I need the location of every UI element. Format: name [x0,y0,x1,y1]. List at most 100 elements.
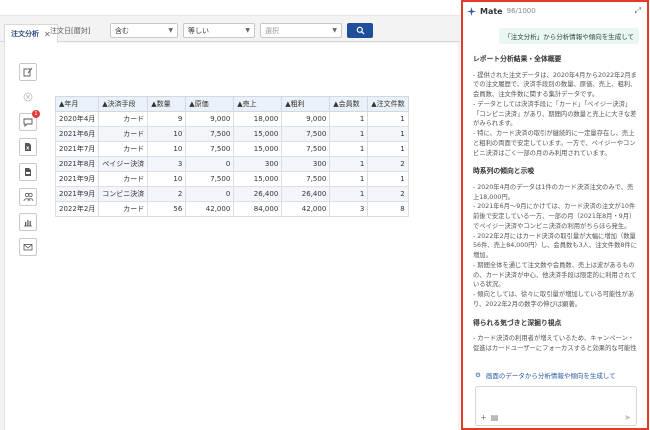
column-header[interactable]: ▲会員数 [329,96,369,112]
table-cell: 7,500 [185,126,235,142]
excel-icon[interactable] [19,138,37,156]
attachment-icon[interactable]: ▤ [491,413,499,422]
chevron-down-icon: ▼ [168,27,173,34]
mate-title: Mate [480,6,503,16]
table-cell: 3 [329,201,369,217]
table-cell: 1 [329,156,369,172]
response-paragraph: - カード決済の利用者が増えているため、キャンペーン・促進はカードユーザーにフォ… [473,335,637,352]
table-row[interactable]: 2021年7月 カード 10 7,500 15,000 7,500 1 1 [54,141,409,157]
table-cell: 1 [367,111,409,127]
send-icon[interactable]: ➤ [624,413,631,422]
comment-icon[interactable]: 1 [19,110,40,131]
table-cell: 42,000 [281,201,331,217]
column-header[interactable]: ▲売上 [233,96,283,112]
filter-field-label: 注文日[暦対] [50,26,91,35]
response-paragraph: - 2021年6月〜9月にかけては、カード決済の注文が10件前後で安定している一… [473,203,636,230]
pdf-icon[interactable] [19,163,37,181]
operator-select-value: 等しい [188,26,209,35]
response-section-title: 得られる気づきと深掘り視点 [473,318,562,327]
table-row[interactable]: 2021年6月 カード 10 7,500 15,000 7,500 1 1 [54,126,409,142]
chat-input[interactable]: + ▤ ➤ [475,386,637,426]
table-cell: 1 [329,171,369,187]
table-cell: 9,000 [185,111,235,127]
search-button[interactable] [347,23,373,38]
operator-select[interactable]: 等しい ▼ [183,23,255,38]
top-bar [0,0,460,16]
table-cell: 1 [329,111,369,127]
column-header[interactable]: ▲年月 [54,96,100,112]
table-cell: 26,400 [281,186,331,202]
table-cell: 2 [367,186,409,202]
mate-counter: 96/1000 [506,7,536,15]
response-paragraph: - 提供された注文データは、2020年4月から2022年2月までの注文履歴で、決… [473,71,637,99]
chevron-down-icon: ▼ [245,27,250,34]
mail-icon[interactable] [19,238,37,256]
users-icon[interactable] [19,188,37,206]
table-cell: 2 [147,186,187,202]
response-paragraph: - 2020年4月のデータは1件のカード決済注文のみで、売上18,000円。 [473,183,634,201]
table-row[interactable]: 2021年8月 ペイジー決済 3 0 300 300 1 2 [54,156,409,172]
table-header-row: ▲年月 ▲決済手段 ▲数量 ▲原価 ▲売上 ▲粗利 ▲会員数 ▲注文件数 [54,96,409,112]
response-paragraph: - 傾向としては、徐々に取引量が増加している可能性があり、2022年2月の数字の… [473,291,635,308]
expand-icon[interactable]: ⤢ [635,6,641,16]
table-cell: 1 [329,141,369,157]
column-header[interactable]: ▲原価 [185,96,235,112]
table-cell: 1 [329,186,369,202]
table-cell: ペイジー決済 [98,156,149,172]
table-cell: 1 [329,126,369,142]
clear-icon[interactable] [19,88,37,106]
suggestion-link[interactable]: ⚙ 画面のデータから分析情報や傾向を生成して [475,370,616,380]
chart-icon[interactable] [19,213,37,231]
edit-icon[interactable] [19,63,37,81]
chevron-down-icon: ▼ [332,27,337,34]
table-cell: 10 [147,171,187,187]
table-cell: 7,500 [185,171,235,187]
table-cell: 300 [233,156,283,172]
match-select-value: 含む [115,26,129,35]
column-header[interactable]: ▲粗利 [281,96,331,112]
match-select[interactable]: 含む ▼ [110,23,178,38]
table-cell: 1 [367,126,409,142]
table-row[interactable]: 2020年4月 カード 9 9,000 18,000 9,000 1 1 [54,111,409,127]
response-paragraph: - 期間全体を通じて注文数や会員数、売上は波があるものの、カード決済が中心、他決… [473,261,637,289]
notification-badge: 1 [32,110,40,118]
table-cell: コンビニ決済 [98,186,149,202]
value-select[interactable]: 選択 ▼ [260,23,342,38]
table-cell: 10 [147,141,187,157]
table-cell: 7,500 [281,126,331,142]
table-cell: 84,000 [233,201,283,217]
table-cell: 9 [147,111,187,127]
table-cell: 42,000 [185,201,235,217]
order-analysis-table: ▲年月 ▲決済手段 ▲数量 ▲原価 ▲売上 ▲粗利 ▲会員数 ▲注文件数 202… [54,96,409,217]
table-cell: 2022年2月 [54,201,100,217]
column-header[interactable]: ▲注文件数 [367,96,409,112]
value-select-placeholder: 選択 [265,26,279,35]
table-row[interactable]: 2022年2月 カード 56 42,000 84,000 42,000 3 8 [54,201,409,217]
response-paragraph: - 特に、カード決済の取引が継続的に一定量存在し、売上と粗利の両面で安定していま… [473,130,636,157]
table-cell: 2021年8月 [54,156,100,172]
table-cell: 18,000 [233,111,283,127]
response-section-title: レポート分析結果・全体概要 [473,55,562,63]
table-cell: 8 [367,201,409,217]
table-cell: 7,500 [281,171,331,187]
table-cell: 2021年9月 [54,171,100,187]
table-cell: 1 [367,141,409,157]
add-icon[interactable]: + [480,413,487,422]
table-row[interactable]: 2021年9月 カード 10 7,500 15,000 7,500 1 1 [54,171,409,187]
table-cell: 0 [185,186,235,202]
column-header[interactable]: ▲決済手段 [98,96,149,112]
response-section-title: 時系列の傾向と示唆 [473,167,535,176]
table-cell: 15,000 [233,171,283,187]
assistant-response: レポート分析結果・全体概要 - 提供された注文データは、2020年4月から2022… [473,54,639,361]
suggestion-text: 画面のデータから分析情報や傾向を生成して [485,372,616,380]
column-header[interactable]: ▲数量 [147,96,187,112]
tab-label: 注文分析 [11,30,39,38]
table-cell: 56 [147,201,187,217]
table-row[interactable]: 2021年9月 コンビニ決済 2 0 26,400 26,400 1 2 [54,186,409,202]
mate-assistant-panel: Mate 96/1000 ⤢ 「注文分析」から分析情報や傾向を生成して レポート… [461,0,649,430]
table-cell: 10 [147,126,187,142]
tool-sidebar: 1 [15,63,41,263]
